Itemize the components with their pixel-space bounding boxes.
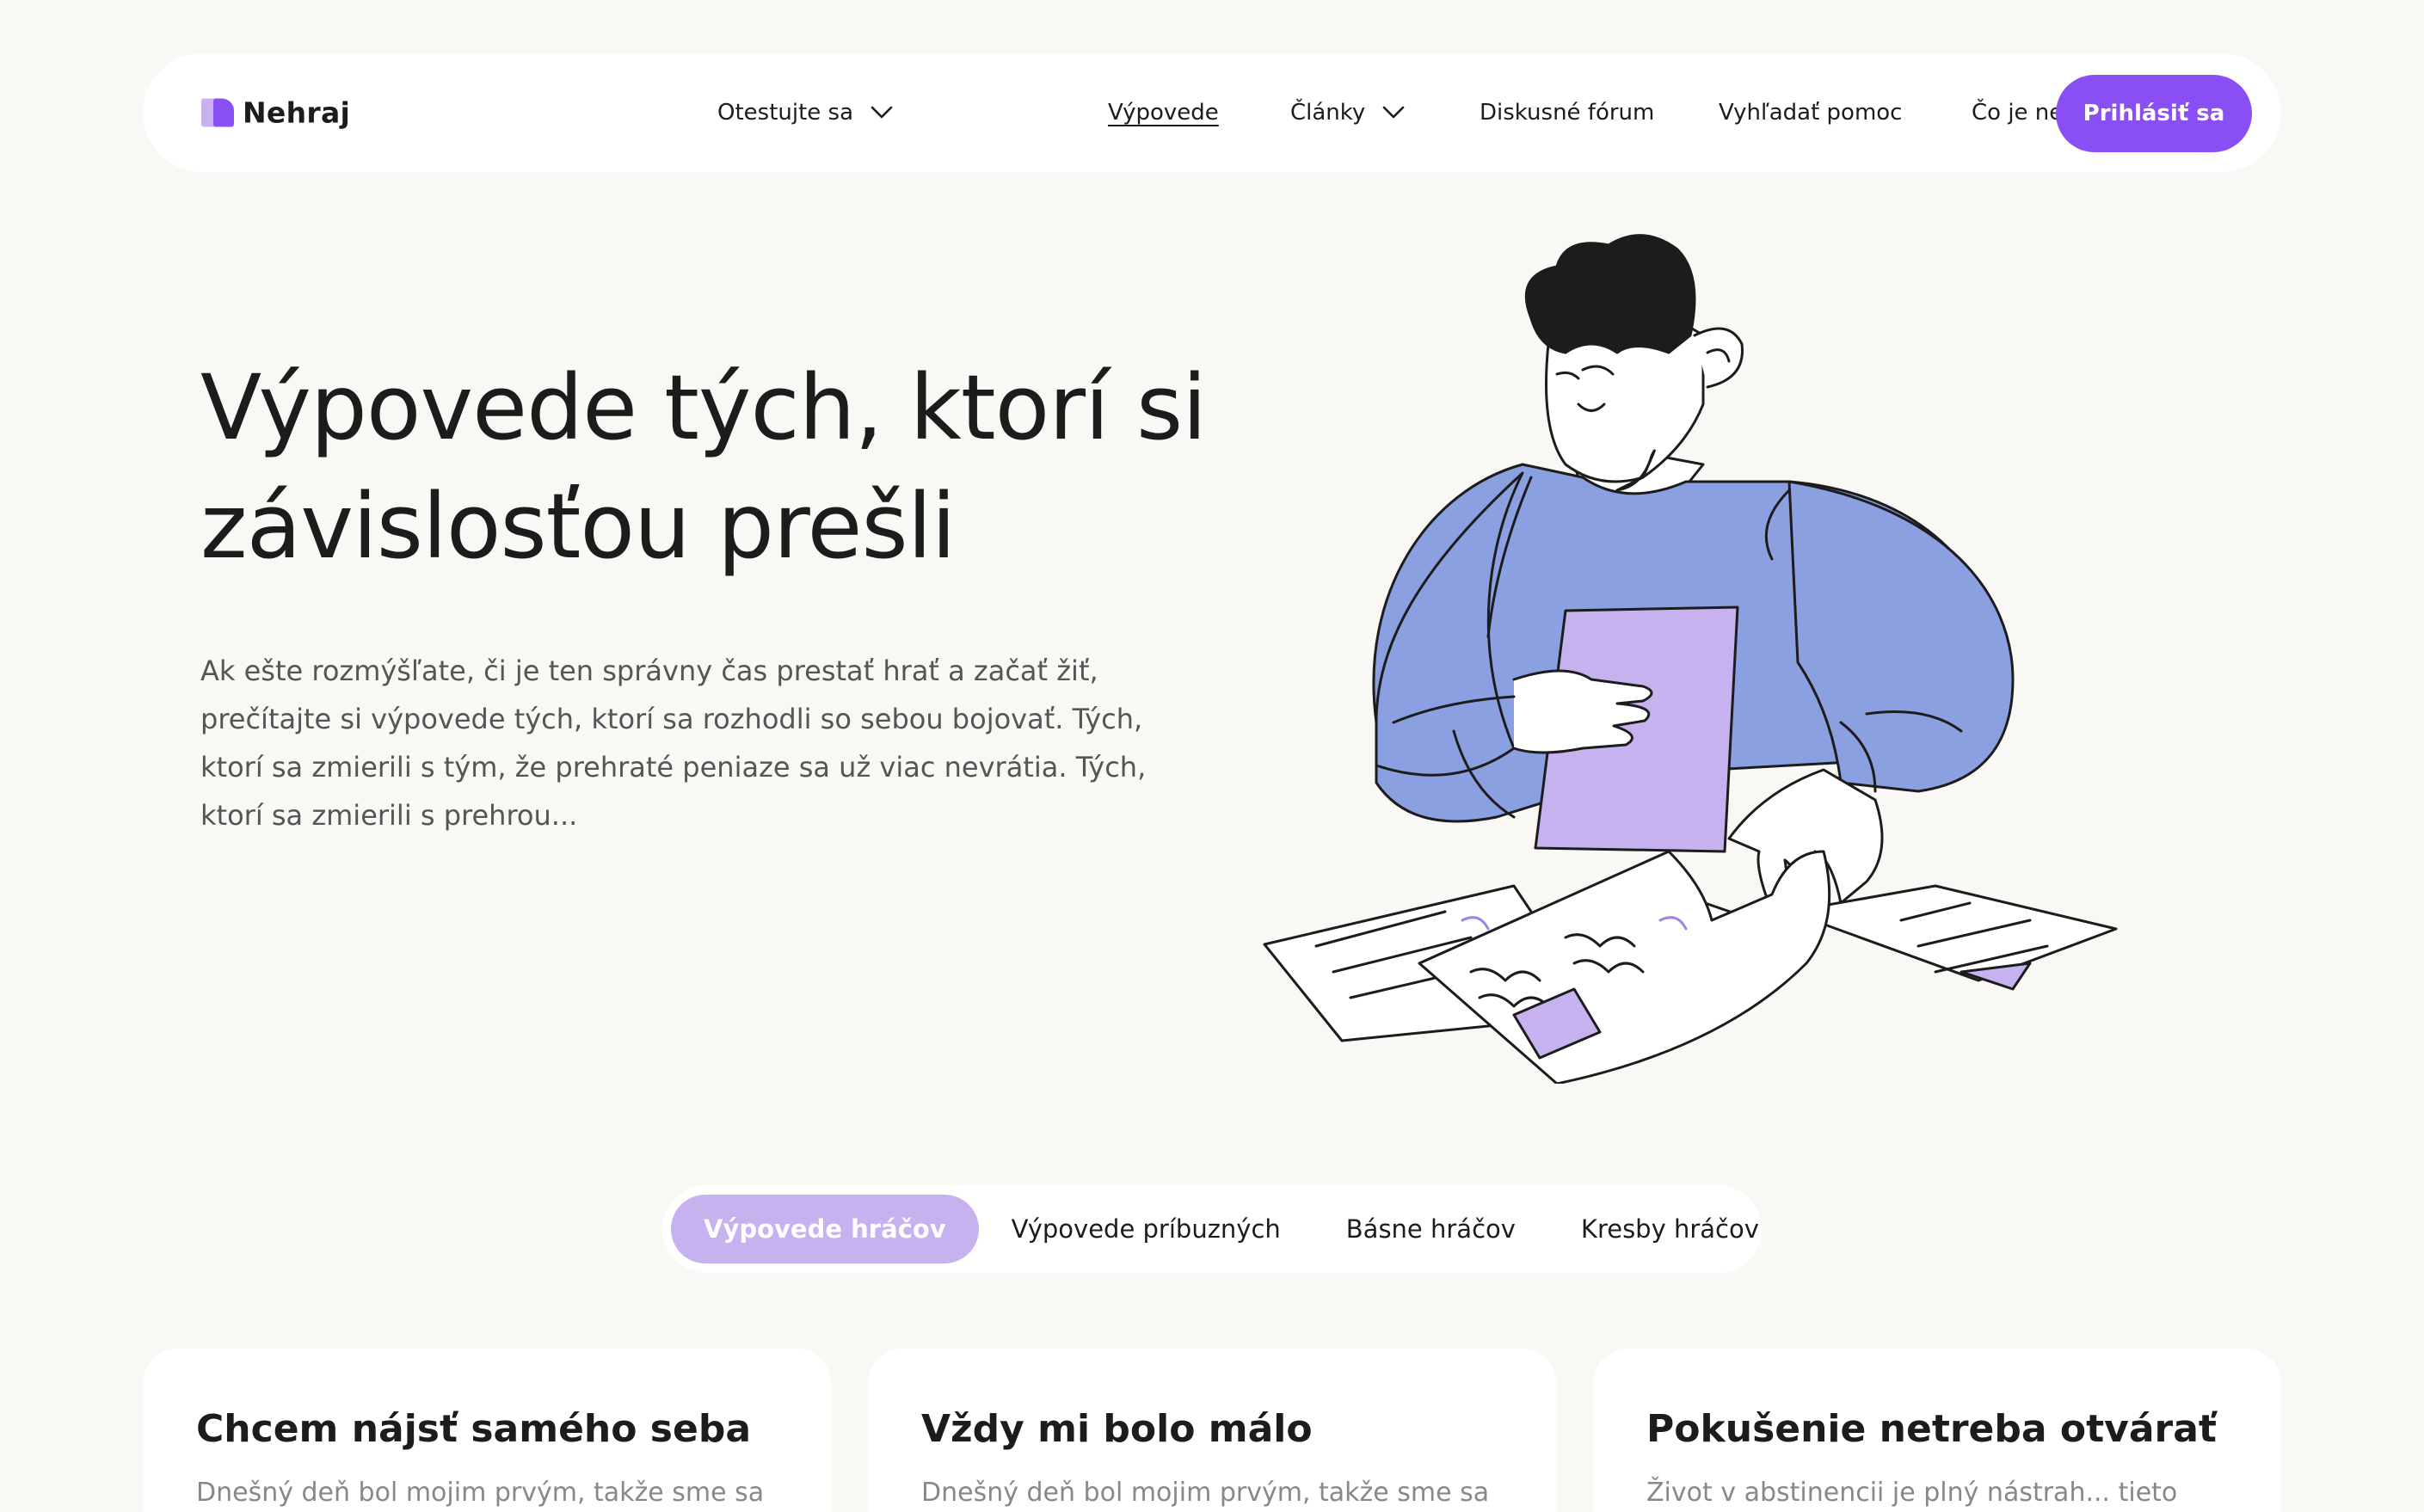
tab-kresby-hracov[interactable]: Kresby hráčov — [1548, 1195, 1792, 1263]
top-navbar: Nehraj Otestujte sa Výpovede Články Disk… — [143, 53, 2281, 172]
nav-item-vypovede[interactable]: Výpovede — [1108, 100, 1219, 126]
story-card[interactable]: Pokušenie netreba otvárať Život v abstin… — [1593, 1349, 2281, 1512]
story-card-title: Vždy mi bolo málo — [921, 1407, 1313, 1451]
story-card-excerpt: Dnešný deň bol mojim prvým, takže sme sa — [196, 1478, 765, 1508]
story-card[interactable]: Chcem nájsť samého seba Dnešný deň bol m… — [143, 1349, 831, 1512]
nav-item-label: Otestujte sa — [717, 100, 854, 126]
chevron-down-icon — [1383, 106, 1405, 119]
nav-menu: Otestujte sa Výpovede Články Diskusné fó… — [717, 53, 2138, 172]
chevron-down-icon — [871, 106, 893, 119]
nav-item-vyhladat-pomoc[interactable]: Vyhľadať pomoc — [1719, 100, 1902, 126]
man-reading-papers-illustration — [1263, 234, 2118, 1084]
page-title: Výpovede tých, ktorí si závislosťou preš… — [200, 355, 1207, 579]
tab-vypovede-hracov[interactable]: Výpovede hráčov — [671, 1195, 979, 1263]
nav-item-clanky[interactable]: Články — [1290, 100, 1405, 126]
story-card-excerpt: Život v abstinencii je plný nástrah... t… — [1646, 1478, 2178, 1508]
nav-item-label: Výpovede — [1108, 100, 1219, 126]
tab-basne-hracov[interactable]: Básne hráčov — [1314, 1195, 1548, 1263]
nav-item-otestujte-sa[interactable]: Otestujte sa — [717, 100, 893, 126]
story-card-excerpt: Dnešný deň bol mojim prvým, takže sme sa — [921, 1478, 1490, 1508]
story-card-title: Chcem nájsť samého seba — [196, 1407, 752, 1451]
hero-description: Ak ešte rozmýšľate, či je ten správny ča… — [200, 655, 1147, 832]
logo[interactable]: Nehraj — [201, 96, 350, 130]
story-card[interactable]: Vždy mi bolo málo Dnešný deň bol mojim p… — [868, 1349, 1556, 1512]
story-card-title: Pokušenie netreba otvárať — [1646, 1407, 2217, 1451]
nav-item-label: Články — [1290, 100, 1366, 126]
logo-text: Nehraj — [243, 95, 351, 130]
tab-vypovede-pribuznych[interactable]: Výpovede príbuzných — [979, 1195, 1314, 1263]
login-button[interactable]: Prihlásiť sa — [2056, 75, 2252, 152]
logo-mark-icon — [201, 98, 234, 127]
nav-item-diskusne-forum[interactable]: Diskusné fórum — [1480, 100, 1654, 126]
nav-item-label: Vyhľadať pomoc — [1719, 100, 1903, 126]
nav-item-label: Diskusné fórum — [1480, 100, 1655, 126]
category-tabs: Výpovede hráčov Výpovede príbuzných Básn… — [662, 1185, 1762, 1273]
